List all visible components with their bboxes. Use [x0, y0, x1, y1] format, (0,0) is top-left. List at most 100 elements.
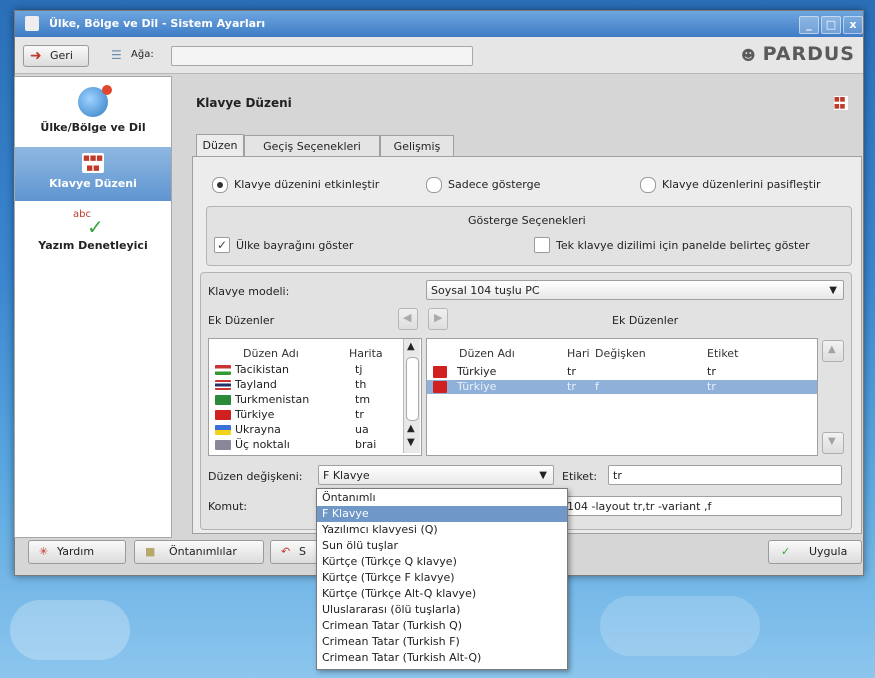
desktop-bokeh	[600, 596, 760, 656]
list-item[interactable]: Tacikistan	[215, 363, 289, 377]
menu-item[interactable]: Crimean Tatar (Turkish Q)	[317, 618, 567, 634]
arrow-left-icon: ◀	[403, 311, 412, 324]
tag-field[interactable]: tr	[608, 465, 842, 485]
radio-indicator-only[interactable]	[426, 177, 442, 193]
keyboard-model-select[interactable]: Soysal 104 tuşlu PC ▼	[426, 280, 844, 300]
menu-item[interactable]: Yazılımcı klavyesi (Q)	[317, 522, 567, 538]
list-item[interactable]: Türkiye	[215, 408, 274, 422]
layout-map: tj	[355, 363, 363, 376]
menu-item-selected[interactable]: F Klavye	[317, 506, 567, 522]
layout-name: Tayland	[235, 378, 277, 391]
move-left-button[interactable]: ◀	[398, 308, 418, 330]
tab-switching[interactable]: Geçiş Seçenekleri	[244, 135, 380, 158]
menu-item[interactable]: Crimean Tatar (Turkish Alt-Q)	[317, 650, 567, 666]
table-row[interactable]: Türkiye tr tr	[427, 365, 817, 379]
pardus-logo: ☻ PARDUS	[741, 43, 855, 65]
help-button[interactable]: ✳ Yardım	[28, 540, 126, 564]
variant-dropdown-menu: Öntanımlı F Klavye Yazılımcı klavyesi (Q…	[316, 488, 568, 670]
back-arrow-icon: ➜	[30, 48, 42, 64]
move-down-button[interactable]: ▼	[822, 432, 844, 454]
scroll-down-icon: ▼	[407, 437, 415, 448]
flag-ua-icon	[215, 425, 231, 435]
arrow-up-icon: ▲	[828, 344, 836, 355]
spellcheck-icon: abc ✓	[73, 209, 104, 239]
menu-item[interactable]: Crimean Tatar (Turkish F)	[317, 634, 567, 650]
logo-text: PARDUS	[762, 43, 855, 65]
reset-label: S	[299, 545, 306, 558]
arrow-right-icon: ▶	[434, 311, 443, 324]
command-field[interactable]: 104 -layout tr,tr -variant ,f	[562, 496, 842, 516]
active-layouts-list[interactable]: Düzen Adı Hari Değişken Etiket Türkiye t…	[426, 338, 818, 456]
minimize-button[interactable]: _	[799, 16, 819, 34]
flag-tr-icon	[215, 410, 231, 420]
defaults-button[interactable]: ■ Öntanımlılar	[134, 540, 264, 564]
globe-icon	[78, 85, 112, 117]
sidebar-item-spellcheck[interactable]: abc ✓ Yazım Denetleyici	[15, 207, 171, 267]
list-item[interactable]: Turkmenistan	[215, 393, 309, 407]
search-input[interactable]	[171, 46, 473, 66]
keyboard-model-value: Soysal 104 tuşlu PC	[431, 284, 540, 297]
layout-name: Tacikistan	[235, 363, 289, 376]
menu-item[interactable]: Kürtçe (Türkçe Q klavye)	[317, 554, 567, 570]
extra-layouts-left-label: Ek Düzenler	[208, 314, 275, 327]
indicator-title: Gösterge Seçenekleri	[468, 214, 586, 227]
radio-disable[interactable]	[640, 177, 656, 193]
back-label: Geri	[50, 49, 73, 62]
scroll-up-icon: ▲	[407, 341, 415, 352]
app-icon	[25, 16, 39, 31]
col-header-map: Hari	[567, 347, 590, 360]
flag-checkbox-label: Ülke bayrağını göster	[236, 239, 354, 252]
page-title: Klavye Düzeni	[196, 96, 292, 110]
variant-select[interactable]: F Klavye ▼	[318, 465, 554, 485]
flag-tj-icon	[215, 365, 231, 375]
layout-map: brai	[355, 438, 377, 451]
panel-indicator-checkbox[interactable]	[534, 237, 550, 253]
tab-advanced[interactable]: Gelişmiş	[380, 135, 454, 158]
available-layouts-list[interactable]: Düzen Adı Harita Tacikistan tj Tayland t…	[208, 338, 422, 456]
reset-button[interactable]: ↶ S	[270, 540, 320, 564]
sidebar: Ülke/Bölge ve Dil ■■■ ■■ Klavye Düzeni ab…	[14, 76, 172, 538]
extra-layouts-right-label: Ek Düzenler	[612, 314, 679, 327]
flag-tr-icon	[433, 366, 447, 378]
layout-map: ua	[355, 423, 369, 436]
list-item[interactable]: Tayland	[215, 378, 277, 392]
table-row-selected[interactable]: Türkiye tr f tr	[427, 380, 817, 394]
layout-label: tr	[707, 365, 716, 378]
sidebar-item-keyboard[interactable]: ■■■ ■■ Klavye Düzeni	[15, 147, 171, 201]
flag-checkbox[interactable]: ✓	[214, 237, 230, 253]
radio-enable[interactable]	[212, 177, 228, 193]
sidebar-item-label: Ülke/Bölge ve Dil	[40, 121, 146, 134]
list-item[interactable]: Ukrayna	[215, 423, 281, 437]
layout-label: tr	[707, 380, 716, 393]
undo-icon: ↶	[281, 545, 291, 558]
col-header-map: Harita	[349, 347, 383, 360]
chevron-down-icon: ▼	[539, 470, 547, 481]
command-label: Komut:	[208, 500, 248, 513]
scrollbar[interactable]: ▲ ▲ ▼	[403, 339, 420, 453]
maximize-button[interactable]: □	[821, 16, 841, 34]
menu-item[interactable]: Uluslararası (ölü tuşlarla)	[317, 602, 567, 618]
col-header-name: Düzen Adı	[243, 347, 299, 360]
move-up-button[interactable]: ▲	[822, 340, 844, 362]
flag-th-icon	[215, 380, 231, 390]
menu-item[interactable]: Sun ölü tuşlar	[317, 538, 567, 554]
move-right-button[interactable]: ▶	[428, 308, 448, 330]
menu-item[interactable]: Öntanımlı	[317, 490, 567, 506]
title-bar[interactable]: Ülke, Bölge ve Dil - Sistem Ayarları _ □…	[15, 11, 863, 37]
toolbar: ➜ Geri ☰ Ağa: ☻ PARDUS	[15, 37, 863, 74]
sidebar-item-region[interactable]: Ülke/Bölge ve Dil	[15, 83, 171, 143]
scrollbar-thumb[interactable]	[406, 357, 419, 421]
layout-map: tr	[567, 365, 576, 378]
sidebar-item-label: Klavye Düzeni	[49, 177, 137, 190]
menu-item[interactable]: Kürtçe (Türkçe F klavye)	[317, 570, 567, 586]
apply-button[interactable]: ✓ Uygula	[768, 540, 862, 564]
radio-disable-label: Klavye düzenlerini pasifleştir	[662, 178, 821, 191]
close-button[interactable]: x	[843, 16, 863, 34]
layout-map: tr	[355, 408, 364, 421]
menu-item[interactable]: Kürtçe (Türkçe Alt-Q klavye)	[317, 586, 567, 602]
back-button[interactable]: ➜ Geri	[23, 45, 89, 67]
tree-icon: ☰	[111, 48, 122, 62]
help-label: Yardım	[57, 545, 95, 558]
desktop-bokeh	[10, 600, 130, 660]
list-item[interactable]: Üç noktalı	[215, 438, 290, 452]
